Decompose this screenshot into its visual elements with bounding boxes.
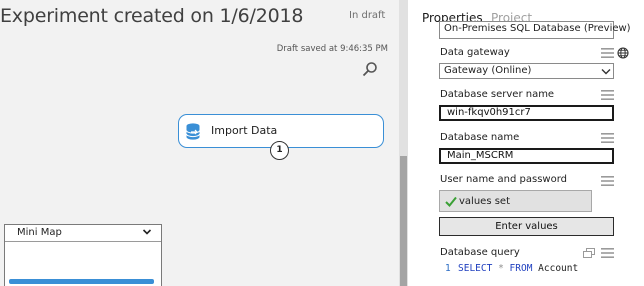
select-value: Gateway (Online) [444,65,532,76]
menu-lines-icon[interactable] [601,90,614,100]
sql-keyword-from: FROM [509,263,533,274]
sql-wildcard: * [498,263,504,274]
sql-keyword-select: SELECT [458,263,493,274]
server-name-label: Database server name [440,89,555,100]
menu-lines-icon[interactable] [601,133,614,143]
module-label: Import Data [211,124,278,137]
select-value: On-Premises SQL Database (Preview) [444,23,631,34]
globe-icon[interactable] [617,47,629,59]
mini-map-viewport[interactable] [9,279,154,284]
query-code: SELECT * FROM Account [458,263,578,274]
data-source-type-select[interactable]: On-Premises SQL Database (Preview) [439,21,631,39]
output-port[interactable]: 1 [270,141,289,160]
mini-map-title: Mini Map [17,227,62,238]
properties-panel: Properties Project On-Premises SQL Datab… [408,0,644,286]
draft-saved-timestamp: Draft saved at 9:46:35 PM [276,44,388,54]
data-gateway-select[interactable]: Gateway (Online) [439,63,614,79]
credentials-status-text: values set [459,196,510,207]
database-query-label: Database query [440,247,520,258]
mini-map-header[interactable]: Mini Map [5,225,161,242]
sql-table-name: Account [538,263,579,274]
data-gateway-label: Data gateway [440,47,510,58]
mini-map[interactable]: Mini Map [4,224,162,286]
experiment-canvas[interactable]: Experiment created on 1/6/2018 In draft … [0,0,400,286]
menu-lines-icon[interactable] [601,248,614,258]
checkmark-icon [445,196,457,207]
credentials-status-box: values set [439,190,592,212]
copy-icon[interactable] [583,248,595,258]
database-name-input[interactable]: Main_MSCRM [439,148,614,164]
canvas-scrollbar[interactable] [399,0,408,286]
draft-status: In draft [349,10,386,21]
server-name-input[interactable]: win-fkqv0h91cr7 [439,105,614,121]
experiment-title[interactable]: Experiment created on 1/6/2018 [0,5,303,27]
menu-lines-icon[interactable] [601,176,614,186]
database-query-editor[interactable]: 1 SELECT * FROM Account [439,260,629,286]
scrollbar-thumb[interactable] [400,156,407,286]
database-icon [186,123,200,140]
chevron-down-icon [601,69,611,75]
chevron-down-icon[interactable] [142,227,152,237]
credentials-label: User name and password [440,174,567,185]
line-number: 1 [445,263,451,274]
search-icon[interactable] [362,61,378,77]
database-name-label: Database name [440,132,520,143]
enter-values-button[interactable]: Enter values [439,217,614,236]
menu-lines-icon[interactable] [601,48,614,58]
